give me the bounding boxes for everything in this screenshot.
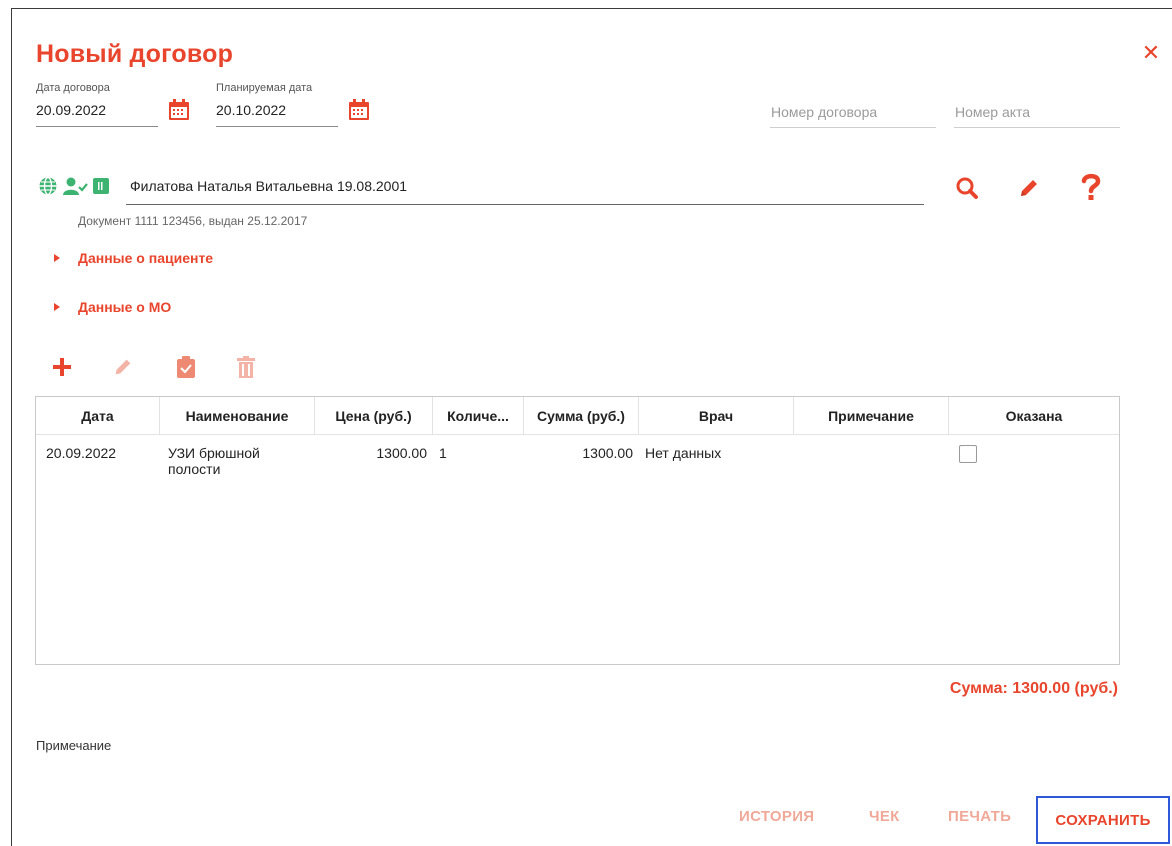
user-check-icon [63,177,88,195]
contract-date-input[interactable]: 20.09.2022 [36,102,106,118]
dialog-title: Новый договор [36,40,234,68]
expand-triangle-icon [54,254,60,262]
provided-checkbox[interactable] [959,445,977,463]
column-header-provided[interactable]: Оказана [949,397,1119,434]
patient-underline [126,204,924,205]
contract-date-label: Дата договора [36,82,110,94]
trash-icon[interactable] [236,356,256,378]
total-sum: Сумма: 1300.00 (руб.) [949,680,1118,697]
history-button[interactable]: ИСТОРИЯ [739,808,814,825]
calendar-icon[interactable] [168,99,190,121]
cell-provided [949,445,1119,477]
column-header-name[interactable]: Наименование [160,397,315,434]
note-label: Примечание [36,738,112,753]
cell-sum: 1300.00 [582,445,633,461]
column-header-price[interactable]: Цена (руб.) [315,397,433,434]
clipboard-check-icon[interactable] [176,356,196,378]
card-icon [93,178,109,194]
print-button[interactable]: ПЕЧАТЬ [948,808,1011,825]
cell-qty: 1 [439,445,447,461]
act-number-underline [954,127,1120,128]
contract-date-underline [36,126,158,127]
column-header-sum[interactable]: Сумма (руб.) [524,397,639,434]
add-icon[interactable] [51,356,73,378]
close-icon[interactable]: ✕ [1140,40,1162,66]
receipt-button[interactable]: ЧЕК [869,808,900,825]
patient-document: Документ 1111 123456, выдан 25.12.2017 [78,214,308,228]
services-table: Дата Наименование Цена (руб.) Количе... … [35,396,1120,665]
help-icon[interactable] [1080,172,1102,202]
table-row[interactable]: 20.09.2022 УЗИ брюшной полости 1300.00 1… [36,435,1119,477]
planned-date-label: Планируемая дата [216,82,313,94]
calendar-icon[interactable] [348,99,370,121]
globe-icon [39,176,57,196]
section-mo-data-label: Данные о МО [78,299,172,315]
section-patient-data[interactable]: Данные о пациенте [54,250,213,266]
section-mo-data[interactable]: Данные о МО [54,299,171,315]
contract-number-input[interactable]: Номер договора [771,104,877,120]
contract-number-underline [770,127,936,128]
column-header-qty[interactable]: Количе... [433,397,524,434]
cell-doctor: Нет данных [645,445,722,461]
planned-date-underline [216,126,338,127]
column-header-note[interactable]: Примечание [794,397,949,434]
section-patient-data-label: Данные о пациенте [78,250,214,266]
expand-triangle-icon [54,303,60,311]
act-number-input[interactable]: Номер акта [955,104,1030,120]
edit-icon[interactable] [112,356,134,378]
cell-price: 1300.00 [376,445,427,461]
planned-date-input[interactable]: 20.10.2022 [216,102,286,118]
pencil-icon[interactable] [1017,176,1041,200]
cell-name: УЗИ брюшной полости [168,445,260,477]
search-icon[interactable] [955,176,979,200]
column-header-doctor[interactable]: Врач [639,397,794,434]
patient-name-input[interactable]: Филатова Наталья Витальевна 19.08.2001 [130,178,407,194]
table-header: Дата Наименование Цена (руб.) Количе... … [36,397,1119,435]
save-button[interactable]: СОХРАНИТЬ [1036,796,1170,844]
cell-date: 20.09.2022 [46,445,117,461]
column-header-date[interactable]: Дата [36,397,160,434]
patient-status-icons [38,175,110,197]
cell-note [794,445,949,477]
